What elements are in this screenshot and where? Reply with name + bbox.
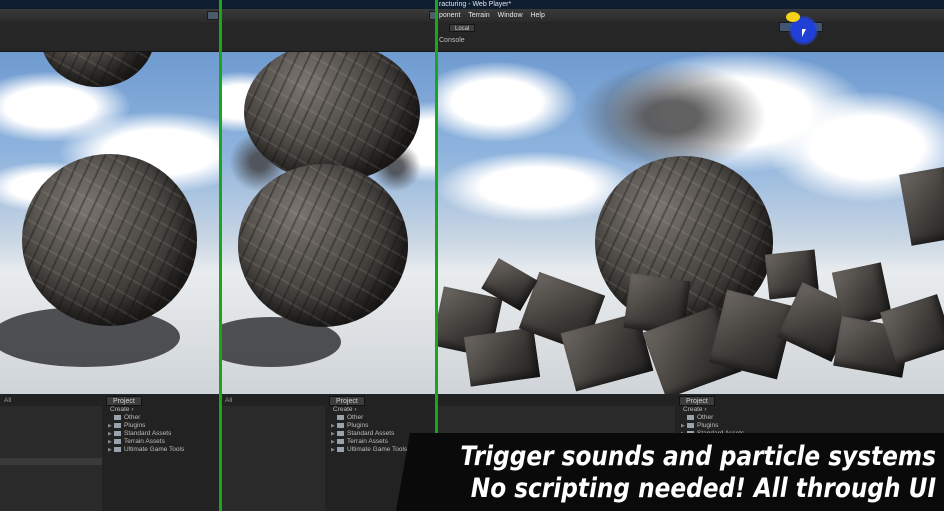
project-folder-tree: Other ▶ Plugins ▶ Standard Assets ▶ Terrain… — [331, 414, 407, 454]
folder-icon — [337, 414, 344, 420]
list-item[interactable]: ▶ Plugins — [681, 422, 744, 430]
scene-tab-strip — [221, 22, 437, 52]
game-view[interactable] — [0, 52, 221, 394]
project-folder-tree: Other ▶ Plugins ▶ Standard Assets ▶ Terrain… — [108, 414, 184, 454]
folder-icon — [114, 430, 121, 436]
rock-sphere — [238, 164, 408, 327]
folder-icon — [337, 446, 344, 452]
editor-bottom-panels: All Project Create › Other ▶ Plugins ▶ Sta… — [0, 394, 221, 511]
hierarchy-row[interactable] — [0, 458, 102, 465]
project-tab[interactable]: Project — [106, 396, 142, 406]
editor-top-bar: racturing - Web Player* ponent Terrain W… — [437, 0, 944, 33]
menu-terrain[interactable]: Terrain — [468, 12, 489, 19]
scene-tab-strip — [0, 22, 221, 52]
project-create-menu[interactable]: Create › — [683, 406, 706, 414]
folder-icon — [337, 438, 344, 444]
list-item[interactable]: ▶ Terrain Assets — [331, 438, 407, 446]
folder-icon — [337, 422, 344, 428]
list-item[interactable]: ▶Standard Assets — [108, 430, 184, 438]
project-create-menu[interactable]: Create › — [333, 406, 356, 414]
list-item[interactable]: ▶ Plugins — [331, 422, 407, 430]
list-item[interactable]: ▶Standard Assets — [331, 430, 407, 438]
project-create-menu[interactable]: Create › — [110, 406, 133, 414]
editor-top-bar — [221, 0, 437, 22]
hierarchy-pane[interactable] — [221, 406, 325, 511]
game-view[interactable] — [221, 52, 437, 394]
folder-icon — [114, 446, 121, 452]
project-tab[interactable]: Project — [679, 396, 715, 406]
caption-line-2: No scripting needed! All through UI — [470, 473, 936, 504]
menu-bar: racturing - Web Player* — [437, 0, 944, 9]
list-item[interactable]: Other — [331, 414, 407, 422]
list-item[interactable]: ▶ Terrain Assets — [108, 438, 184, 446]
toolbar-button[interactable] — [207, 11, 219, 20]
window-title: racturing - Web Player* — [439, 1, 512, 8]
frame-panel-2: All Project Create › Other ▶ Plugins ▶ Sta… — [221, 0, 437, 511]
hierarchy-all-label: All — [4, 397, 12, 404]
folder-icon — [687, 414, 694, 420]
caption-banner: Trigger sounds and particle systems No s… — [396, 433, 944, 511]
mouse-pointer-icon — [802, 29, 806, 37]
cloud — [437, 62, 577, 142]
hierarchy-all-label: All — [225, 397, 233, 404]
menu-component[interactable]: ponent — [439, 12, 460, 19]
scene-tab-strip: Local Console — [437, 22, 944, 52]
rock-sphere — [22, 154, 197, 326]
editor-top-bar — [0, 0, 221, 22]
menu-help[interactable]: Help — [530, 12, 544, 19]
folder-icon — [114, 422, 121, 428]
folder-icon — [687, 422, 694, 428]
menu-bar — [221, 0, 437, 9]
game-view[interactable] — [437, 52, 944, 394]
list-item[interactable]: Other — [681, 414, 744, 422]
panel-divider — [219, 0, 222, 511]
folder-icon — [114, 414, 121, 420]
list-item[interactable]: Other — [108, 414, 184, 422]
smoke-particles — [577, 62, 767, 172]
rock-fragment — [463, 327, 541, 387]
local-toggle-button[interactable]: Local — [449, 24, 476, 32]
list-item[interactable]: ▶ Ultimate Game Tools — [108, 446, 184, 454]
toolbar — [0, 9, 221, 22]
caption-line-1: Trigger sounds and particle systems — [460, 441, 936, 472]
list-item[interactable]: ▶ Plugins — [108, 422, 184, 430]
folder-icon — [114, 438, 121, 444]
menu-window[interactable]: Window — [498, 12, 523, 19]
frame-panel-1: All Project Create › Other ▶ Plugins ▶ Sta… — [0, 0, 221, 511]
list-item[interactable]: ▶ Ultimate Game Tools — [331, 446, 407, 454]
hierarchy-pane[interactable] — [0, 406, 102, 511]
menu-items[interactable]: ponent Terrain Window Help — [439, 11, 545, 20]
toolbar — [221, 9, 437, 22]
menu-bar — [0, 0, 221, 9]
project-tab[interactable]: Project — [329, 396, 365, 406]
tab-console[interactable]: Console — [439, 37, 465, 44]
rock-fragment — [899, 166, 944, 246]
folder-icon — [337, 430, 344, 436]
